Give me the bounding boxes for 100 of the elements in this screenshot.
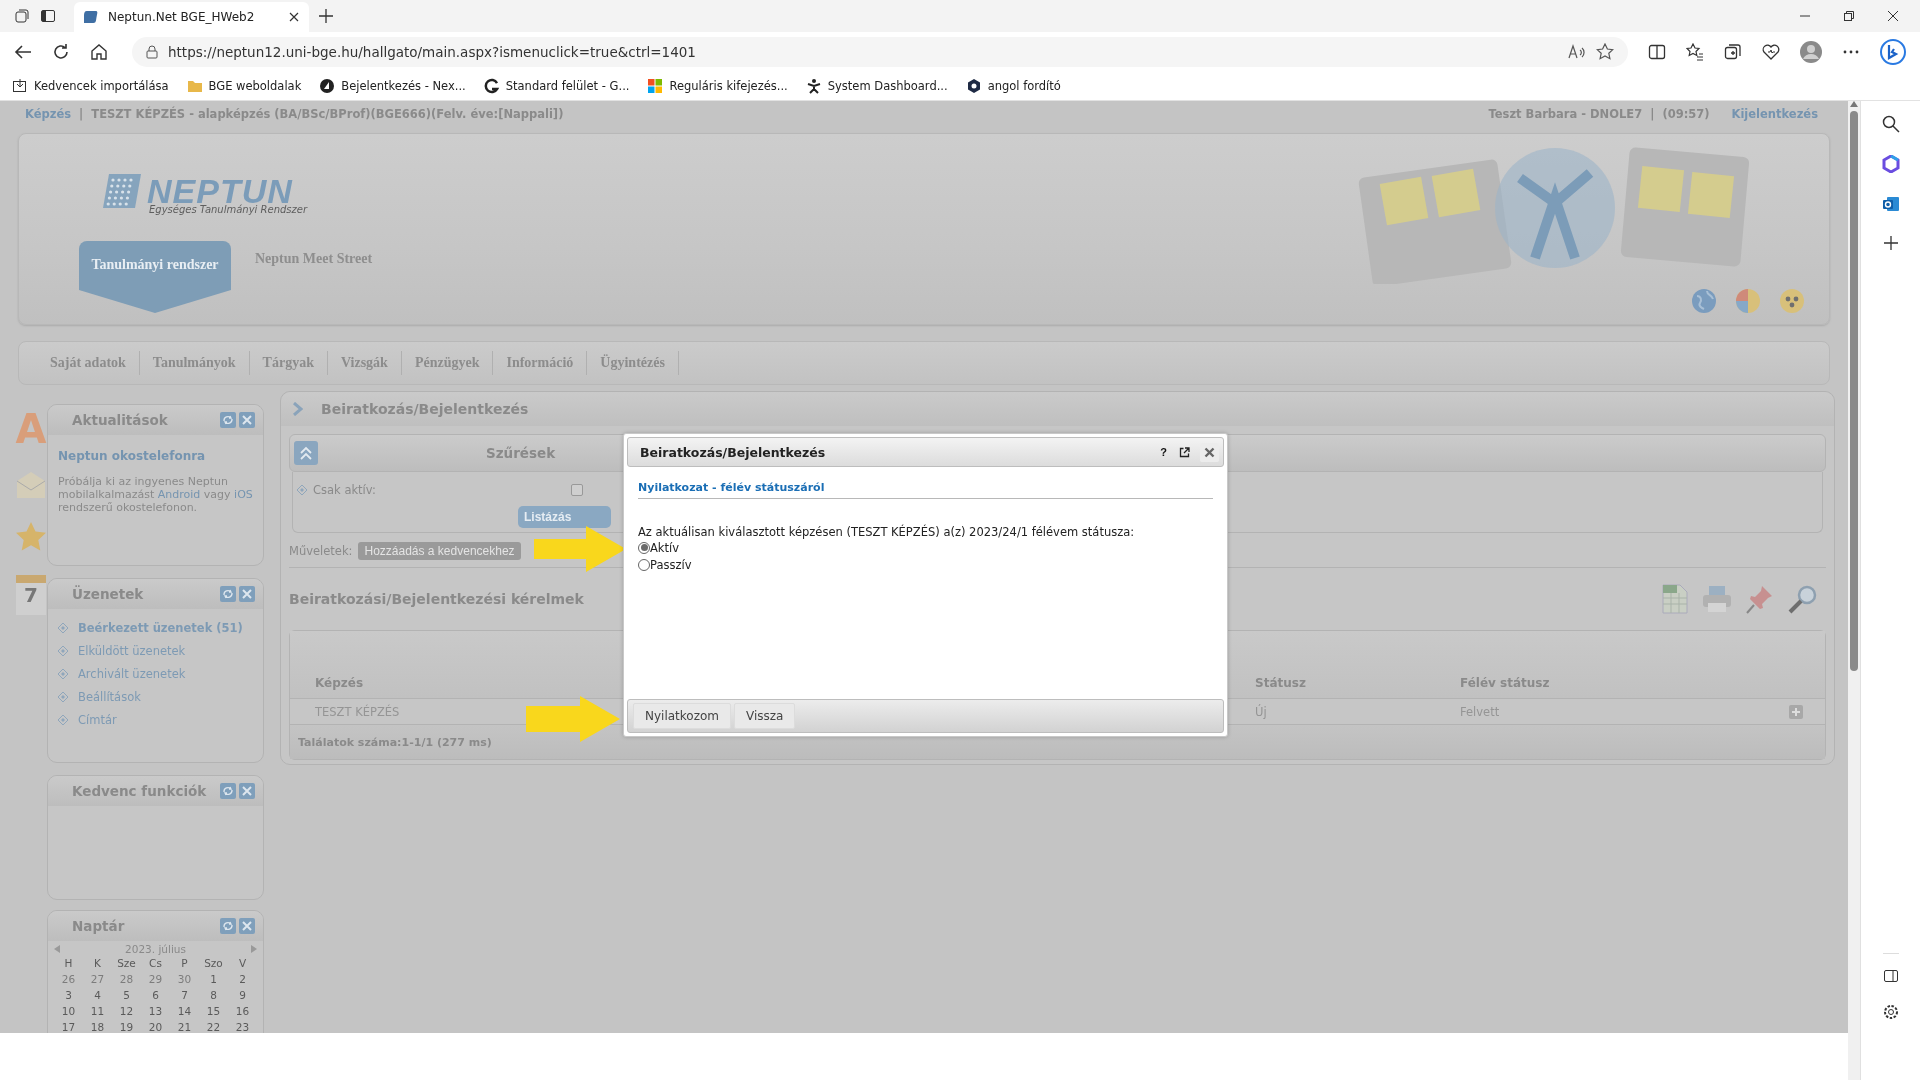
refresh-icon[interactable] bbox=[52, 43, 70, 61]
calendar-day[interactable]: 5 bbox=[123, 989, 130, 1001]
folder-icon bbox=[186, 78, 203, 94]
scroll-up-icon bbox=[1850, 101, 1858, 107]
calendar-day[interactable]: 13 bbox=[148, 1005, 163, 1017]
close-icon[interactable] bbox=[1888, 11, 1898, 21]
pop-out-icon[interactable] bbox=[1179, 446, 1190, 458]
scrollbar[interactable] bbox=[1848, 101, 1860, 1080]
weekday-label: P bbox=[181, 957, 188, 969]
collections-icon[interactable] bbox=[1724, 43, 1742, 61]
weekday-label: K bbox=[94, 957, 101, 969]
sidebar-panel-icon[interactable] bbox=[1882, 968, 1899, 984]
training-name: TESZT KÉPZÉS - alapképzés (BA/BSc/BProf)(BGE666)(Felv. éve:[Nappali]) bbox=[91, 107, 564, 123]
heart-icon[interactable] bbox=[1762, 43, 1780, 61]
help-button[interactable]: ? bbox=[1158, 446, 1169, 458]
bookmark-link[interactable]: Standard felület - G... bbox=[483, 78, 630, 94]
calendar-day[interactable]: 21 bbox=[177, 1021, 192, 1033]
browser-tab[interactable]: Neptun.Net BGE_HWeb2 bbox=[74, 2, 309, 32]
checkbox[interactable] bbox=[571, 484, 583, 496]
question-text: Az aktuálisan kiválasztott képzésen (TESZT KÉPZÉS) a(z) 2023/24/1 félévem státusza: bbox=[638, 525, 1136, 539]
star-icon[interactable] bbox=[15, 521, 47, 553]
chat-assistant-icon[interactable] bbox=[1880, 39, 1906, 65]
settings-icon[interactable] bbox=[1882, 1004, 1899, 1020]
calendar-day[interactable]: 18 bbox=[90, 1021, 105, 1033]
search-icon[interactable] bbox=[1881, 115, 1900, 133]
diamond-bullet-icon bbox=[58, 669, 68, 679]
favorites-icon[interactable] bbox=[1686, 43, 1704, 61]
mail-icon[interactable] bbox=[1881, 195, 1900, 213]
magnifier-icon[interactable] bbox=[1788, 584, 1818, 614]
calendar-day[interactable]: 16 bbox=[235, 1005, 250, 1017]
calendar-day[interactable]: 27 bbox=[90, 973, 105, 985]
option-label[interactable]: Aktív bbox=[650, 540, 680, 555]
calendar-icon[interactable]: 7 bbox=[16, 575, 46, 615]
new-tab-icon[interactable] bbox=[319, 9, 333, 23]
calendar-day[interactable]: 7 bbox=[181, 989, 188, 1001]
calendar-day[interactable]: 23 bbox=[235, 1021, 250, 1033]
calendar-day[interactable]: 2 bbox=[239, 973, 246, 985]
plus-icon[interactable] bbox=[1882, 235, 1899, 251]
calendar-day[interactable]: 15 bbox=[206, 1005, 221, 1017]
user-name: Teszt Barbara - DNOLE7 bbox=[1488, 107, 1643, 123]
separator: | bbox=[1650, 107, 1655, 123]
diamond-bullet-icon bbox=[58, 623, 68, 633]
list-button[interactable]: Listázás bbox=[518, 506, 612, 528]
calendar-day[interactable]: 12 bbox=[119, 1005, 134, 1017]
profile-avatar-icon[interactable] bbox=[1800, 41, 1822, 63]
calendar-day[interactable]: 28 bbox=[119, 973, 134, 985]
calendar-day[interactable]: 22 bbox=[206, 1021, 221, 1033]
calendar-day[interactable]: 10 bbox=[61, 1005, 76, 1017]
calendar-day[interactable]: 11 bbox=[90, 1005, 105, 1017]
calendar-day[interactable]: 19 bbox=[119, 1021, 134, 1033]
separator: | bbox=[79, 107, 84, 123]
favorite-star-icon[interactable] bbox=[1596, 43, 1614, 61]
calendar-day[interactable]: 30 bbox=[177, 973, 192, 985]
read-aloud-icon[interactable] bbox=[1568, 44, 1586, 60]
calendar-day[interactable]: 26 bbox=[61, 973, 76, 985]
calendar-day[interactable]: 3 bbox=[65, 989, 72, 1001]
calendar-day[interactable]: 1 bbox=[210, 973, 217, 985]
calendar-day[interactable]: 6 bbox=[152, 989, 159, 1001]
tab-actions-icon[interactable] bbox=[40, 8, 56, 24]
calendar-day[interactable]: 8 bbox=[210, 989, 217, 1001]
bookmark-link[interactable]: BGE weboldalak bbox=[186, 78, 302, 94]
dialog-button[interactable]: Vissza bbox=[734, 703, 796, 729]
diamond-bullet-icon bbox=[297, 485, 307, 495]
panel-title: Aktualitások bbox=[72, 412, 169, 428]
home-icon[interactable] bbox=[90, 43, 108, 61]
workspaces-icon[interactable] bbox=[14, 8, 30, 24]
neptun-favicon-icon bbox=[84, 9, 100, 25]
disc-icon bbox=[319, 78, 336, 94]
close-icon[interactable] bbox=[289, 12, 299, 22]
hexagon-icon bbox=[965, 78, 982, 94]
logo-grid-icon bbox=[103, 174, 141, 208]
bookmark-link[interactable]: System Dashboard... bbox=[805, 78, 948, 94]
calendar-day[interactable]: 9 bbox=[239, 989, 246, 1001]
option-label[interactable]: Passzív bbox=[650, 557, 692, 572]
calendar-day[interactable]: 20 bbox=[148, 1021, 163, 1033]
bookmark-link[interactable]: angol fordító bbox=[965, 78, 1061, 94]
calendar-day[interactable]: 4 bbox=[94, 989, 101, 1001]
hexagon-logo-icon[interactable] bbox=[1881, 155, 1900, 173]
diamond-bullet-icon bbox=[58, 715, 68, 725]
diamond-bullet-icon bbox=[58, 646, 68, 656]
calendar-day[interactable]: 17 bbox=[61, 1021, 76, 1033]
weekday-label: Szo bbox=[204, 957, 223, 969]
add-to-favorites-button[interactable]: Hozzáadás a kedvencekhez bbox=[358, 542, 521, 560]
system-tab[interactable]: Tanulmányi rendszer bbox=[79, 241, 231, 313]
bookmark-link[interactable]: Reguláris kifejezés... bbox=[647, 78, 788, 94]
three-dots-icon[interactable] bbox=[1779, 288, 1805, 314]
calendar-day[interactable]: 29 bbox=[148, 973, 163, 985]
restore-icon[interactable] bbox=[1844, 11, 1854, 21]
dialog-button[interactable]: Nyilatkozom bbox=[633, 703, 731, 729]
actions-label: Műveletek: bbox=[289, 544, 353, 558]
address-bar[interactable]: https://neptun12.uni-bge.hu/hallgato/main.aspx?ismenuclick=true&ctrl=1401 bbox=[132, 37, 1628, 67]
back-icon[interactable] bbox=[14, 43, 32, 61]
calendar-day[interactable]: 14 bbox=[177, 1005, 192, 1017]
weekday-label: V bbox=[238, 957, 247, 969]
dialog-title: Beiratkozás/Bejelentkezés bbox=[640, 444, 827, 460]
bookmark-link[interactable]: Bejelentkezés - Nex... bbox=[319, 78, 466, 94]
field-label: Csak aktív: bbox=[313, 483, 376, 497]
bookmark-link[interactable]: Kedvencek importálása bbox=[12, 78, 169, 94]
split-screen-icon[interactable] bbox=[1648, 43, 1666, 61]
arc-icon bbox=[483, 78, 500, 94]
